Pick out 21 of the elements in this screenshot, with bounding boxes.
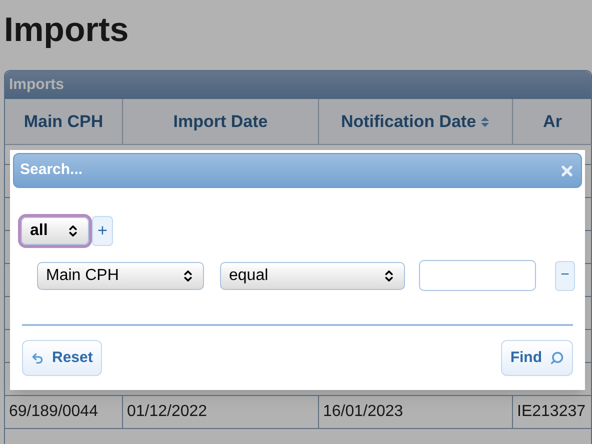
panel-title: Imports [5,71,591,99]
dropdown[interactable]: equal [220,262,405,290]
column-header[interactable]: Ar [513,99,592,145]
dialog-title: Search... [20,160,83,180]
value-field[interactable] [419,260,536,291]
find-button[interactable]: Find [501,340,573,376]
updown-arrow-icon [382,268,396,282]
column-header[interactable]: Notification Date [319,99,513,145]
dropdown[interactable]: all [21,217,89,245]
updown-arrow-icon [66,224,80,238]
page-title: Imports [3,10,130,51]
column-header[interactable]: Main CPH [5,99,123,145]
reset-button[interactable]: Reset [22,340,102,376]
updown-arrow-icon [181,268,195,282]
undo-icon [31,352,44,364]
column-header[interactable]: Import Date [123,99,319,145]
close-icon[interactable] [559,162,575,178]
add-rule-button[interactable]: + [92,216,113,246]
search-icon [550,351,564,365]
remove-rule-button[interactable]: − [555,260,575,290]
dropdown[interactable]: Main CPH [37,262,204,290]
